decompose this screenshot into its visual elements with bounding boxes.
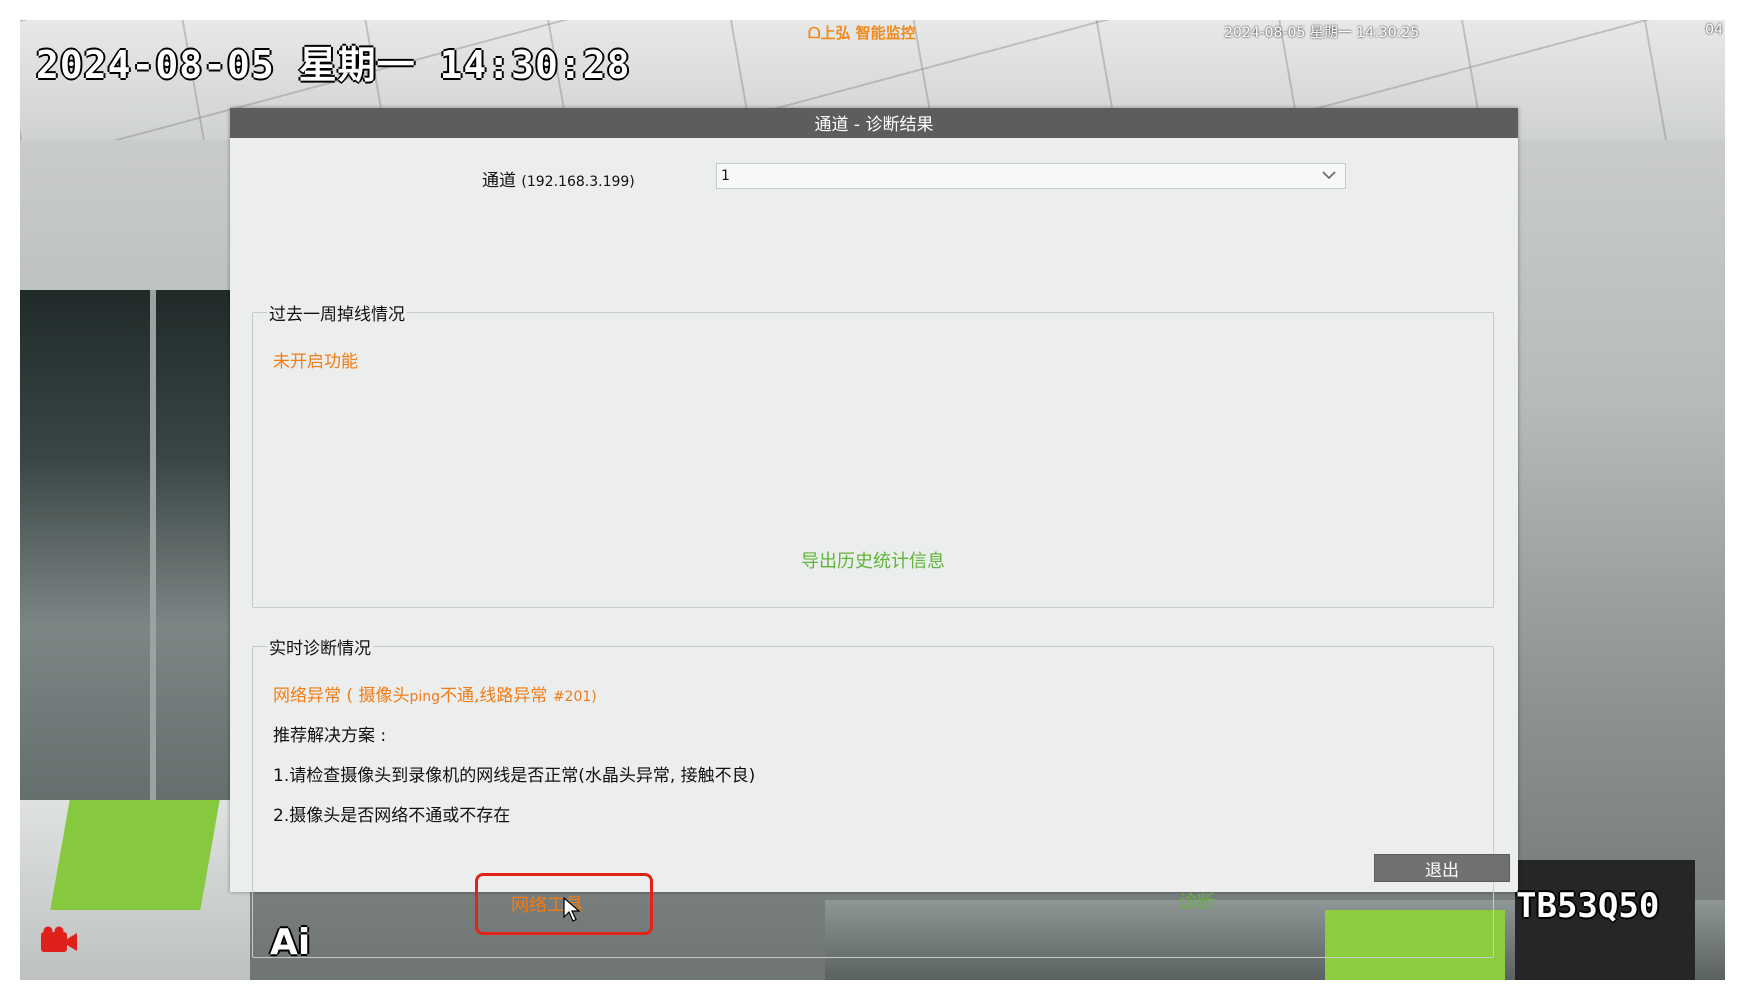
feature-disabled-status: 未开启功能: [273, 352, 358, 372]
exit-button[interactable]: 退出: [1374, 854, 1510, 882]
weekly-offline-group: 过去一周掉线情况 未开启功能 导出历史统计信息: [252, 300, 1494, 608]
solution-item-2: 2.摄像头是否网络不通或不存在: [273, 806, 511, 826]
green-partition-background: [50, 800, 220, 910]
channel-select[interactable]: 1: [716, 163, 1346, 189]
solution-title: 推荐解决方案 :: [273, 726, 387, 746]
error-code: #201): [552, 689, 597, 705]
dialog-title: 通道 - 诊断结果: [230, 108, 1518, 138]
chevron-down-icon: [1322, 171, 1336, 180]
solution-item-1: 1.请检查摄像头到录像机的网线是否正常(水晶头异常, 接触不良): [273, 766, 756, 786]
osd-channel-number: 04: [1705, 22, 1723, 38]
export-history-link[interactable]: 导出历史统计信息: [253, 547, 1493, 573]
realtime-diagnosis-legend: 实时诊断情况: [269, 639, 371, 659]
channel-label: 通道 (192.168.3.199): [482, 166, 635, 191]
realtime-diagnosis-group: 实时诊断情况 网络异常 ( 摄像头ping不通,线路异常 #201) 推荐解决方…: [252, 634, 1494, 958]
network-error-message: 网络异常 ( 摄像头ping不通,线路异常 #201): [273, 681, 597, 706]
error-ping: ping: [409, 689, 440, 705]
diagnose-button[interactable]: 诊断: [1173, 887, 1221, 915]
window-background: [20, 290, 230, 850]
error-suffix: 不通,线路异常: [440, 686, 548, 706]
osd-datetime-large: 2024-08-05 星期一 14:30:28: [36, 43, 631, 87]
channel-select-value: 1: [721, 168, 730, 184]
osd-datetime-small: 2024-08-05 星期一 14:30:25: [1224, 25, 1420, 41]
channel-ip: (192.168.3.199): [521, 174, 635, 190]
channel-label-text: 通道: [482, 171, 516, 191]
record-camera-icon: [41, 926, 77, 952]
osd-brand-logo: ᗝ上弘 智能监控: [808, 24, 916, 42]
diagnosis-dialog: 通道 - 诊断结果 通道 (192.168.3.199) 1 过去一周掉线情况 …: [230, 108, 1518, 958]
osd-ai-label: Ai: [270, 922, 311, 963]
weekly-offline-legend: 过去一周掉线情况: [269, 305, 405, 325]
mouse-pointer-icon: [563, 897, 581, 922]
error-prefix: 网络异常 ( 摄像头: [273, 686, 410, 706]
osd-camera-name: TB53Q50: [1516, 886, 1660, 926]
channel-row: 通道 (192.168.3.199) 1: [230, 158, 1518, 191]
